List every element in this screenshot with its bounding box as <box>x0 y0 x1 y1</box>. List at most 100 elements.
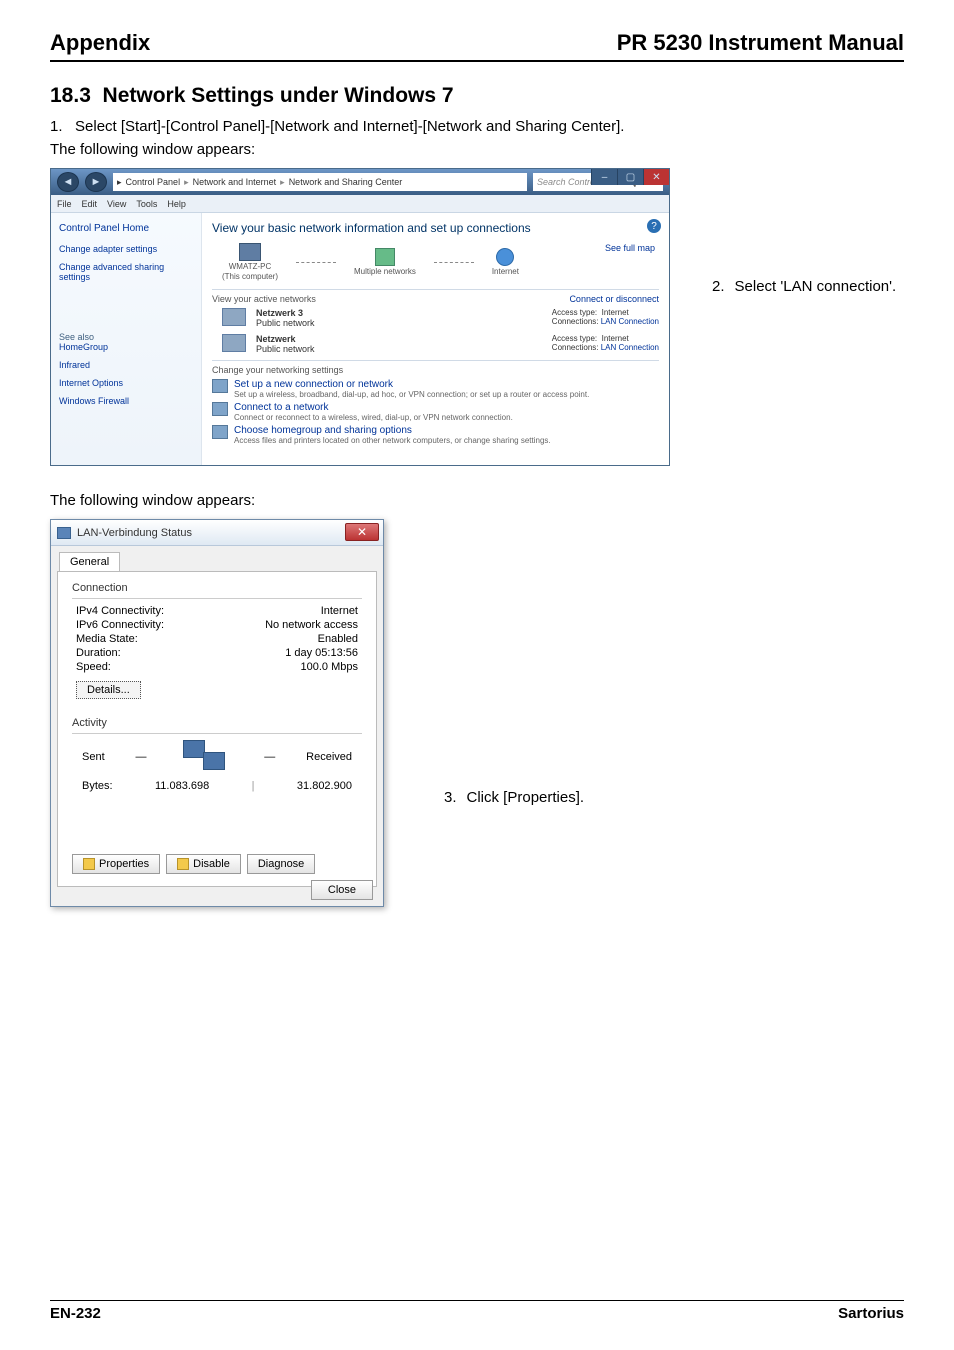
network-row-1: Netzwerk 3 Public network Access type: I… <box>222 308 659 328</box>
speed-value: 100.0 Mbps <box>301 661 358 673</box>
menu-tools[interactable]: Tools <box>136 199 157 209</box>
nav-back-button[interactable]: ◄ <box>57 172 79 192</box>
access-label-1: Access type: <box>552 308 597 317</box>
see-also-label: See also <box>59 332 193 342</box>
speed-label: Speed: <box>76 661 111 673</box>
windows-firewall-link[interactable]: Windows Firewall <box>59 396 193 406</box>
task-setup-link[interactable]: Set up a new connection or network <box>234 379 589 390</box>
connect-disconnect-link[interactable]: Connect or disconnect <box>569 294 659 304</box>
conn-label-1: Connections: <box>552 317 599 326</box>
active-networks-header: View your active networks <box>212 294 316 304</box>
ipv4-value: Internet <box>321 605 358 617</box>
change-settings-header: Change your networking settings <box>212 365 343 375</box>
section-title: 18.3 Network Settings under Windows 7 <box>50 84 904 108</box>
network-sharing-center-window: – ▢ ✕ ◄ ► ▸ Control Panel▸ Network and I… <box>50 168 670 466</box>
main-pane: ? View your basic network information an… <box>201 213 669 465</box>
access-label-2: Access type: <box>552 334 597 343</box>
lan-status-dialog: ✕ LAN-Verbindung Status General Connecti… <box>50 519 384 907</box>
lan-connection-link-1[interactable]: LAN Connection <box>601 317 659 326</box>
network-row-2: Netzwerk Public network Access type: Int… <box>222 334 659 354</box>
step-1: 1. Select [Start]-[Control Panel]-[Netwo… <box>50 118 904 135</box>
properties-button[interactable]: Properties <box>72 854 160 874</box>
tab-body: Connection IPv4 Connectivity: Internet IP… <box>57 571 377 887</box>
ipv6-label: IPv6 Connectivity: <box>76 619 164 631</box>
network-map: WMATZ-PC (This computer) Multiple networ… <box>222 243 659 281</box>
crumb-2[interactable]: Network and Internet <box>193 177 277 187</box>
task-connect-desc: Connect or reconnect to a wireless, wire… <box>234 413 513 422</box>
disable-button[interactable]: Disable <box>166 854 241 874</box>
page-header: Appendix PR 5230 Instrument Manual <box>50 30 904 62</box>
section-text: Network Settings under Windows 7 <box>103 84 454 107</box>
bytes-label: Bytes: <box>82 780 113 792</box>
homegroup-link[interactable]: HomeGroup <box>59 342 193 352</box>
close-button[interactable]: Close <box>311 880 373 900</box>
step-3-num: 3. <box>444 789 457 806</box>
crumb-1[interactable]: Control Panel <box>126 177 181 187</box>
maximize-button[interactable]: ▢ <box>617 169 643 185</box>
footer-left: EN-232 <box>50 1305 101 1322</box>
networks-icon <box>375 248 395 266</box>
net2-type: Public network <box>256 344 315 354</box>
net2-name: Netzwerk <box>256 334 296 344</box>
task-connect-link[interactable]: Connect to a network <box>234 402 513 413</box>
nav-forward-button[interactable]: ► <box>85 172 107 192</box>
duration-value: 1 day 05:13:56 <box>285 647 358 659</box>
page-footer: EN-232 Sartorius <box>50 1300 904 1322</box>
access-val-2: Internet <box>602 334 629 343</box>
activity-icon <box>177 740 233 774</box>
status-icon <box>57 527 71 539</box>
breadcrumb[interactable]: ▸ Control Panel▸ Network and Internet▸ N… <box>113 173 527 191</box>
following-label-1: The following window appears: <box>50 141 904 158</box>
shield-icon <box>177 858 189 870</box>
duration-label: Duration: <box>76 647 121 659</box>
task-homegroup-link[interactable]: Choose homegroup and sharing options <box>234 425 551 436</box>
details-button[interactable]: Details... <box>76 681 141 699</box>
net1-name: Netzwerk 3 <box>256 308 303 318</box>
wizard-icon <box>212 379 228 393</box>
cp-home-link[interactable]: Control Panel Home <box>59 223 193 234</box>
menubar: File Edit View Tools Help <box>51 195 669 213</box>
map-line-2 <box>434 262 474 263</box>
minimize-button[interactable]: – <box>591 169 617 185</box>
connect-icon <box>212 402 228 416</box>
crumb-icon: ▸ <box>117 177 122 188</box>
ipv4-label: IPv4 Connectivity: <box>76 605 164 617</box>
sent-label: Sent <box>82 751 105 763</box>
header-left: Appendix <box>50 30 150 56</box>
tab-general[interactable]: General <box>59 552 120 571</box>
globe-icon <box>496 248 514 266</box>
homegroup-icon <box>212 425 228 439</box>
menu-file[interactable]: File <box>57 199 72 209</box>
connection-group-label: Connection <box>72 582 362 594</box>
shield-icon <box>83 858 95 870</box>
dialog-titlebar: LAN-Verbindung Status <box>51 520 383 546</box>
step-2-num: 2. <box>712 278 725 295</box>
menu-edit[interactable]: Edit <box>82 199 98 209</box>
menu-help[interactable]: Help <box>167 199 186 209</box>
header-right: PR 5230 Instrument Manual <box>617 30 904 56</box>
bytes-received: 31.802.900 <box>297 780 352 792</box>
node-pc-name: WMATZ-PC <box>229 262 272 271</box>
bench-icon-2 <box>222 334 246 352</box>
diagnose-button[interactable]: Diagnose <box>247 854 315 874</box>
left-pane: Control Panel Home Change adapter settin… <box>51 213 201 465</box>
ipv6-value: No network access <box>265 619 358 631</box>
lan-connection-link-2[interactable]: LAN Connection <box>601 343 659 352</box>
net1-type: Public network <box>256 318 315 328</box>
menu-view[interactable]: View <box>107 199 126 209</box>
crumb-3[interactable]: Network and Sharing Center <box>289 177 403 187</box>
map-line-1 <box>296 262 336 263</box>
infrared-link[interactable]: Infrared <box>59 360 193 370</box>
internet-options-link[interactable]: Internet Options <box>59 378 193 388</box>
see-full-map-link[interactable]: See full map <box>605 243 655 253</box>
change-adapter-link[interactable]: Change adapter settings <box>59 244 193 254</box>
task-homegroup-desc: Access files and printers located on oth… <box>234 436 551 445</box>
close-button[interactable]: ✕ <box>643 169 669 185</box>
media-label: Media State: <box>76 633 138 645</box>
node-pc-sub: (This computer) <box>222 272 278 281</box>
change-sharing-link[interactable]: Change advanced sharing settings <box>59 262 193 282</box>
conn-label-2: Connections: <box>552 343 599 352</box>
dialog-close-button[interactable]: ✕ <box>345 523 379 541</box>
help-icon[interactable]: ? <box>647 219 661 233</box>
dialog-title: LAN-Verbindung Status <box>77 527 192 539</box>
